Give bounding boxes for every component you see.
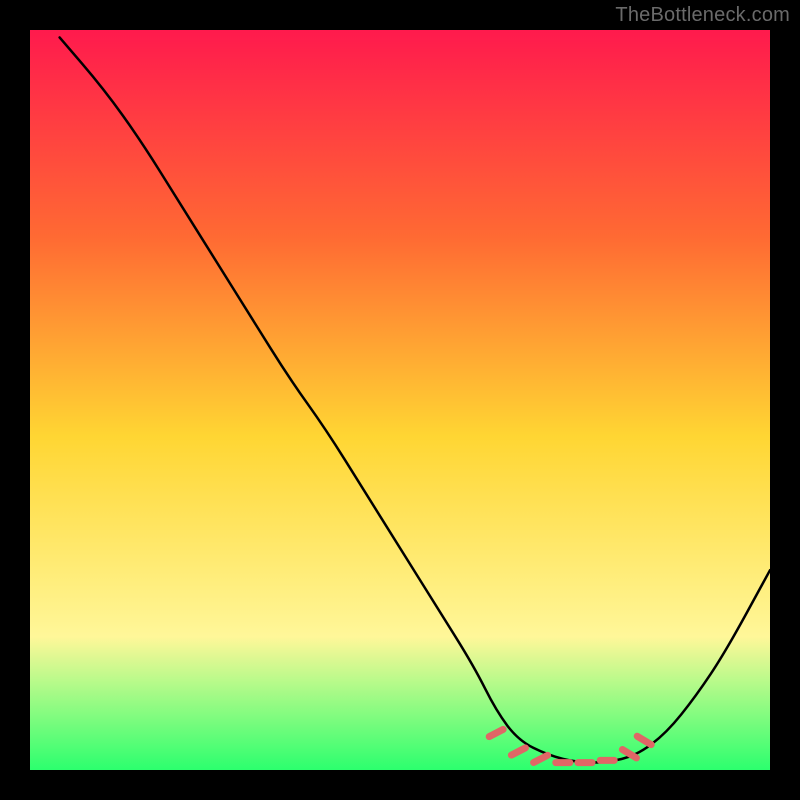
watermark-text: TheBottleneck.com xyxy=(615,4,790,27)
plot-svg xyxy=(30,30,770,770)
plot-area xyxy=(30,30,770,770)
chart-stage: TheBottleneck.com xyxy=(0,0,800,800)
